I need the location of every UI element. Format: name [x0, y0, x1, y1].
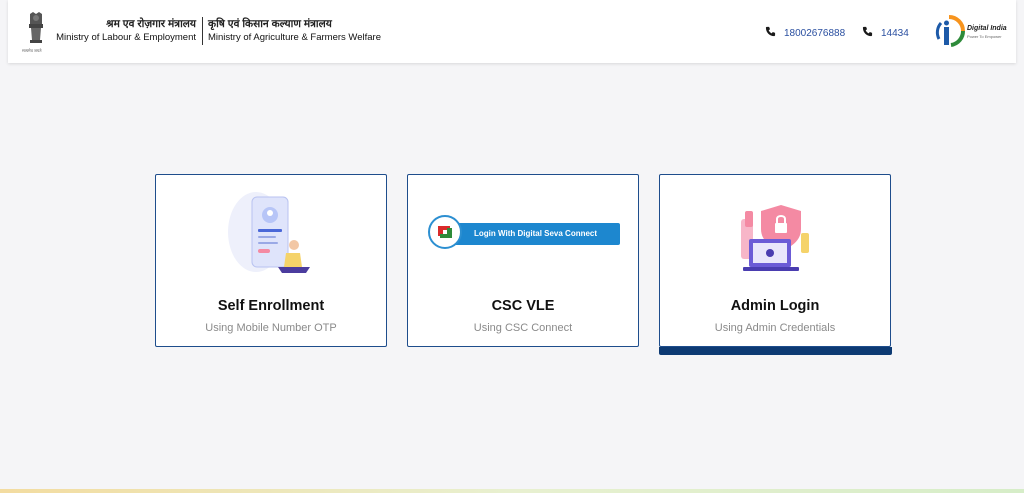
- active-card-indicator: [659, 347, 892, 355]
- digital-india-tagline: Power To Empower: [967, 34, 1002, 39]
- digital-india-mark-icon: [935, 15, 966, 47]
- ministry-divider: [202, 17, 203, 45]
- csc-vle-subtitle: Using CSC Connect: [473, 322, 573, 334]
- site-header: सत्यमेव जयते श्रम एव रोज़गार मंत्रालय Mi…: [8, 0, 1016, 63]
- admin-login-title: Admin Login: [730, 298, 820, 314]
- ministry-agri-hindi: कृषि एवं किसान कल्याण मंत्रालय: [208, 18, 332, 30]
- helpline-number-2: 14434: [881, 28, 909, 39]
- self-enrollment-subtitle: Using Mobile Number OTP: [205, 322, 337, 334]
- self-enrollment-card[interactable]: Self Enrollment Using Mobile Number OTP: [155, 174, 387, 347]
- csc-connect-banner[interactable]: Login With Digital Seva Connect: [428, 215, 620, 249]
- csc-vle-title: CSC VLE: [491, 298, 555, 314]
- footer-accent-line: [0, 489, 1024, 493]
- digital-india-title: Digital India: [967, 25, 1007, 32]
- helpline-phone-2[interactable]: 14434: [862, 26, 909, 39]
- ministry-agri-english: Ministry of Agriculture & Farmers Welfar…: [208, 32, 381, 43]
- self-enrollment-title: Self Enrollment: [217, 298, 325, 314]
- digital-india-logo[interactable]: Digital India Power To Empower: [933, 13, 1013, 53]
- admin-login-card[interactable]: Admin Login Using Admin Credentials: [659, 174, 891, 347]
- national-emblem-icon: [29, 12, 43, 43]
- ministry-labour: श्रम एव रोज़गार मंत्रालय Ministry of Lab…: [56, 17, 196, 45]
- helpline-number-1: 18002676888: [784, 28, 846, 39]
- ministry-labour-hindi: श्रम एव रोज़गार मंत्रालय: [106, 18, 196, 30]
- mobile-enrollment-illustration: [228, 192, 310, 273]
- csc-connect-banner-text: Login With Digital Seva Connect: [450, 223, 620, 245]
- phone-icon: [765, 26, 776, 37]
- admin-security-illustration: [741, 205, 809, 271]
- csc-logo-icon: [428, 215, 462, 249]
- csc-vle-card[interactable]: Login With Digital Seva Connect CSC VLE …: [407, 174, 639, 347]
- admin-login-subtitle: Using Admin Credentials: [714, 322, 836, 334]
- phone-icon: [862, 26, 873, 37]
- emblem-caption: सत्यमेव जयते: [22, 48, 42, 53]
- ministry-labour-english: Ministry of Labour & Employment: [56, 32, 196, 43]
- ministry-agriculture: कृषि एवं किसान कल्याण मंत्रालय Ministry …: [208, 17, 408, 45]
- helpline-phone-1[interactable]: 18002676888: [765, 26, 845, 39]
